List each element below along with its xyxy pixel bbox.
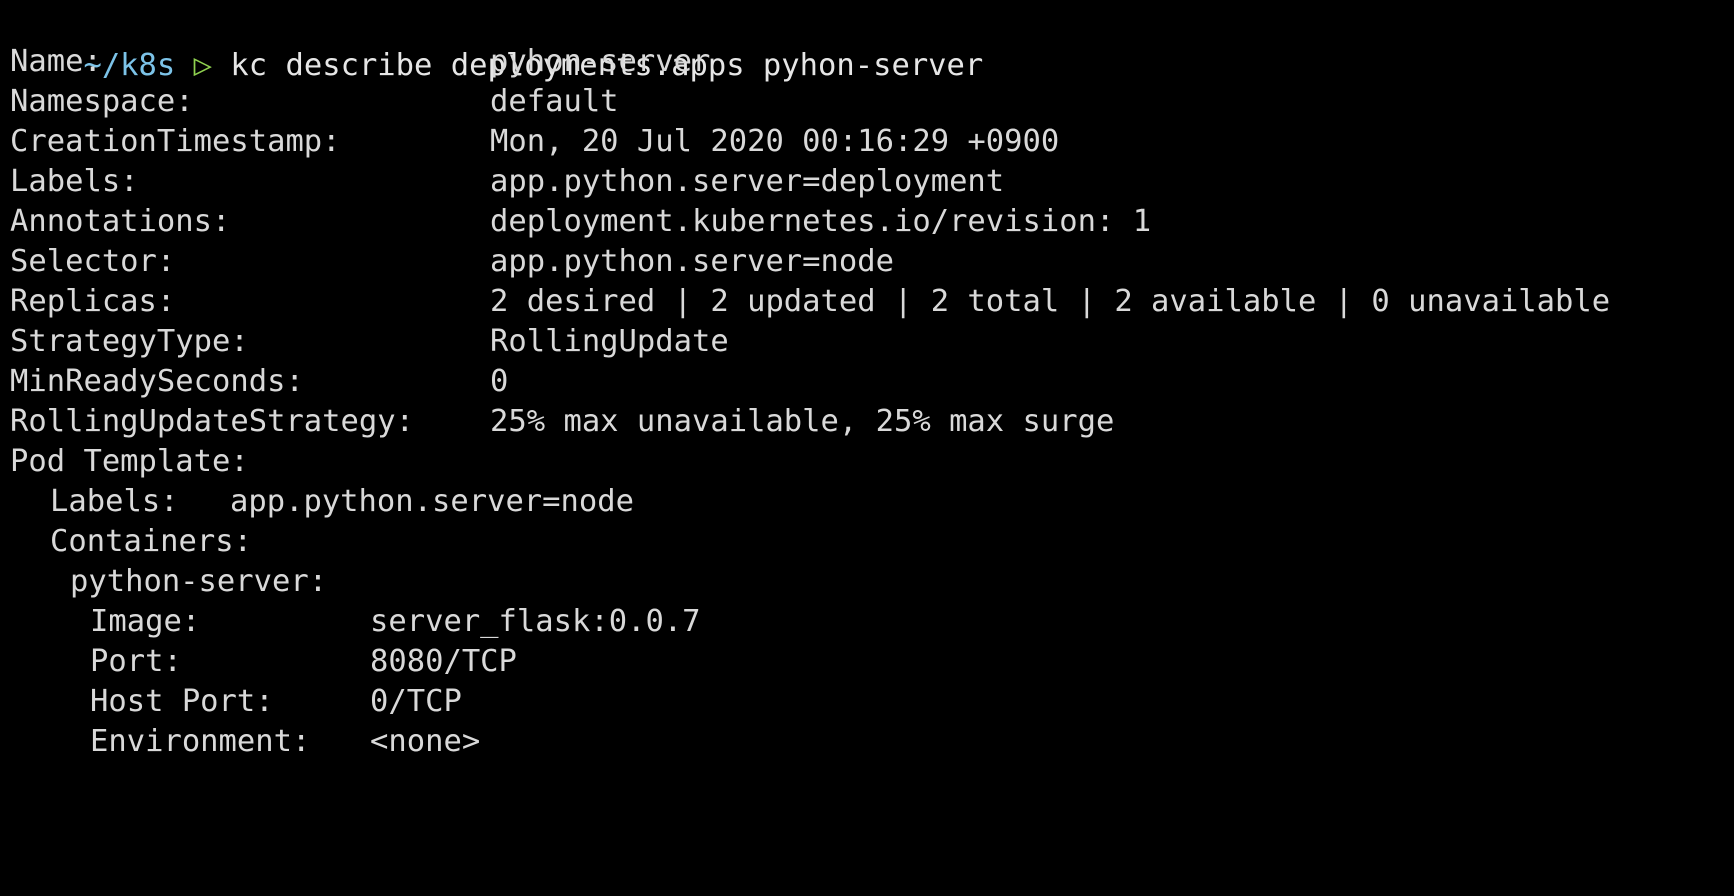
field-label: Labels: (10, 164, 139, 199)
field-row: MinReadySeconds: 0 (10, 360, 508, 404)
field-value: pyhon-server (490, 44, 711, 79)
field-value: RollingUpdate (490, 324, 729, 359)
field-label: CreationTimestamp: (10, 124, 341, 159)
field-value: app.python.server=deployment (490, 164, 1005, 199)
field-row: Selector: app.python.server=node (10, 240, 894, 284)
field-row: Name: pyhon-server (10, 40, 710, 84)
pod-labels-label: Labels: (50, 484, 179, 519)
field-value: 25% max unavailable, 25% max surge (490, 404, 1115, 439)
pod-template-heading: Pod Template: (10, 444, 249, 479)
container-field-value: 8080/TCP (370, 644, 517, 679)
field-label: Namespace: (10, 84, 194, 119)
field-label: StrategyType: (10, 324, 249, 359)
field-row: RollingUpdateStrategy: 25% max unavailab… (10, 400, 1114, 444)
field-row: Annotations: deployment.kubernetes.io/re… (10, 200, 1151, 244)
container-field-row: Port: 8080/TCP (10, 640, 517, 684)
field-label: Name: (10, 44, 102, 79)
container-field-value: 0/TCP (370, 684, 462, 719)
prompt-line: ~/k8s ▷ kc describe deployments.apps pyh… (10, 0, 983, 83)
field-label: Annotations: (10, 204, 231, 239)
container-field-label: Port: (90, 644, 182, 679)
field-label: MinReadySeconds: (10, 364, 304, 399)
container-field-row: Host Port: 0/TCP (10, 680, 462, 724)
field-row: StrategyType: RollingUpdate (10, 320, 729, 364)
container-name-row: python-server: (10, 560, 327, 604)
containers-heading-row: Containers: (10, 520, 252, 564)
container-field-row: Image: server_flask:0.0.7 (10, 600, 701, 644)
field-value: deployment.kubernetes.io/revision: 1 (490, 204, 1152, 239)
prompt-arrow-icon: ▷ (193, 48, 213, 83)
field-value: default (490, 84, 619, 119)
container-field-value: <none> (370, 724, 481, 759)
field-row: Labels: app.python.server=deployment (10, 160, 1004, 204)
container-field-value: server_flask:0.0.7 (370, 604, 701, 639)
terminal-output[interactable]: ~/k8s ▷ kc describe deployments.apps pyh… (10, 0, 1734, 834)
container-name: python-server: (70, 564, 328, 599)
field-label: RollingUpdateStrategy: (10, 404, 414, 439)
containers-heading: Containers: (50, 524, 252, 559)
container-field-label: Host Port: (90, 684, 274, 719)
container-field-label: Environment: (90, 724, 311, 759)
field-value: 0 (490, 364, 509, 399)
field-row: Namespace: default (10, 80, 619, 124)
field-label: Replicas: (10, 284, 176, 319)
container-field-row: Environment: <none> (10, 720, 480, 764)
field-label: Selector: (10, 244, 176, 279)
field-value: 2 desired | 2 updated | 2 total | 2 avai… (490, 284, 1611, 319)
pod-labels-row: Labels: app.python.server=node (10, 480, 634, 524)
field-row: Replicas: 2 desired | 2 updated | 2 tota… (10, 280, 1610, 324)
field-row: CreationTimestamp: Mon, 20 Jul 2020 00:1… (10, 120, 1059, 164)
field-value: Mon, 20 Jul 2020 00:16:29 +0900 (490, 124, 1060, 159)
container-field-label: Image: (90, 604, 201, 639)
field-value: app.python.server=node (490, 244, 894, 279)
pod-labels-value: app.python.server=node (230, 484, 634, 519)
